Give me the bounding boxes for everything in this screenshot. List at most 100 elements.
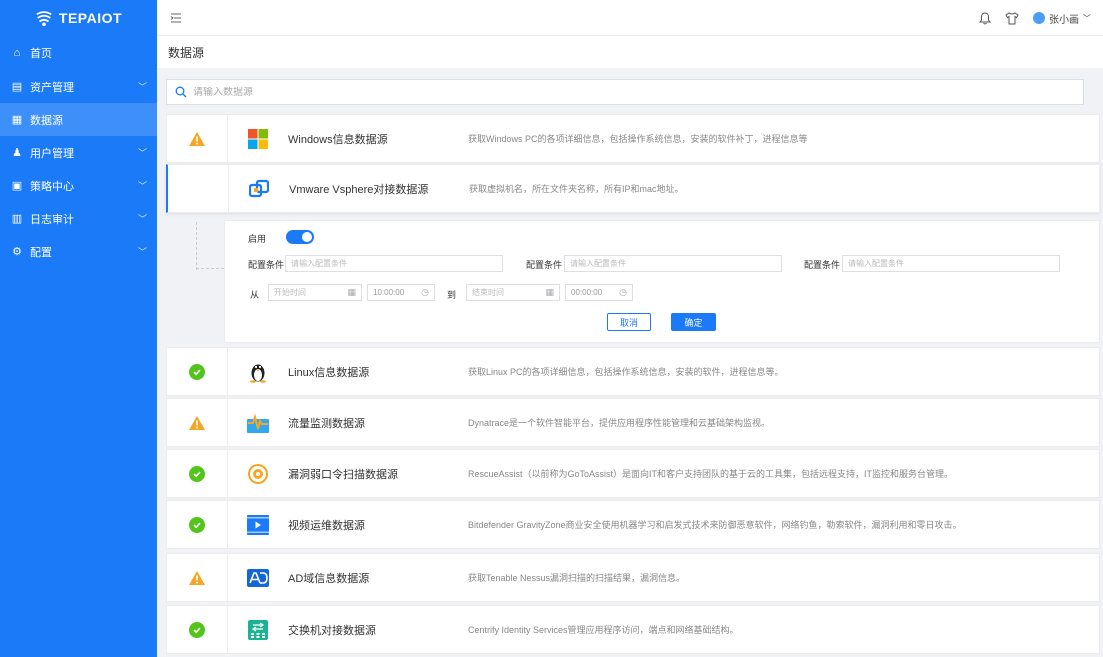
chevron-down-icon: ﹀ [137, 247, 147, 257]
avatar [1033, 12, 1045, 24]
traffic-logo-icon [247, 412, 269, 433]
source-logo [229, 179, 289, 199]
sidebar-item-logs[interactable]: ▥ 日志审计 ﹀ [0, 202, 157, 235]
source-description: 获取Tenable Nessus漏洞扫描的扫描结果，漏洞信息。 [468, 573, 686, 583]
source-logo [228, 463, 288, 484]
status-cell [167, 570, 227, 585]
config-panel [224, 220, 1100, 343]
linux-logo-icon [250, 364, 266, 383]
list-item[interactable]: 漏洞弱口令扫描数据源 RescueAssist（以前称为GoToAssist）是… [166, 449, 1100, 498]
source-name: Linux信息数据源 [288, 366, 370, 379]
sidebar-item-label: 首页 [30, 47, 52, 60]
condition-placeholder: 请输入配置条件 [848, 259, 904, 268]
check-circle-icon [189, 621, 205, 638]
to-label: 到 [447, 290, 457, 300]
source-name: Vmware Vsphere对接数据源 [289, 183, 429, 196]
condition-label: 配置条件 [804, 260, 841, 270]
sidebar-item-label: 用户管理 [30, 147, 74, 160]
list-item[interactable]: 流量监测数据源 Dynatrace是一个软件智能平台，提供应用程序性能管理和云基… [166, 398, 1100, 447]
source-description: 获取Linux PC的各项详细信息，包括操作系统信息，安装的软件，进程信息等。 [468, 367, 784, 377]
list-item[interactable]: 视频运维数据源 Bitdefender GravityZone商业安全使用机器学… [166, 500, 1100, 549]
source-name: Windows信息数据源 [288, 133, 388, 146]
warning-icon [189, 570, 205, 585]
calendar-icon: ▦ [545, 287, 554, 297]
list-item[interactable]: 交换机对接数据源 Centrify Identity Services管理应用程… [166, 605, 1100, 654]
end-date-picker[interactable]: 结束时间 ▦ [466, 284, 560, 301]
datasource-icon: ▦ [11, 114, 23, 126]
chevron-down-icon: ﹀ [1083, 13, 1091, 23]
end-date-placeholder: 结束时间 [472, 288, 504, 297]
source-description: Bitdefender GravityZone商业安全使用机器学习和启发式技术来… [468, 520, 962, 530]
condition-input-2[interactable]: 请输入配置条件 [564, 255, 782, 272]
cancel-button[interactable]: 取消 [607, 313, 651, 331]
tree-connector [196, 222, 197, 270]
confirm-button[interactable]: 确定 [671, 313, 716, 331]
start-date-placeholder: 开始时间 [274, 288, 306, 297]
source-name: AD域信息数据源 [288, 572, 370, 585]
ad-logo-icon [247, 568, 269, 587]
sidebar-item-label: 数据源 [30, 114, 63, 127]
panel-gutter [166, 220, 224, 343]
status-cell [167, 465, 227, 482]
check-circle-icon [189, 465, 205, 482]
source-description: 获取Windows PC的各项详细信息，包括操作系统信息，安装的软件补丁，进程信… [468, 134, 808, 144]
source-logo [228, 128, 288, 149]
condition-input-3[interactable]: 请输入配置条件 [842, 255, 1060, 272]
sidebar-item-datasource[interactable]: ▦ 数据源 [0, 103, 157, 136]
check-circle-icon [189, 516, 205, 533]
start-time-picker[interactable]: 10:00:00 ◷ [367, 284, 435, 301]
calendar-icon: ▦ [347, 287, 356, 297]
sidebar-item-label: 配置 [30, 246, 52, 259]
sidebar-item-policy[interactable]: ▣ 策略中心 ﹀ [0, 169, 157, 202]
clock-icon: ◷ [619, 287, 627, 297]
condition-label: 配置条件 [248, 260, 285, 270]
sidebar-item-settings[interactable]: ⚙ 配置 ﹀ [0, 235, 157, 268]
status-cell [167, 415, 227, 430]
header-actions: 张小画 ﹀ [979, 0, 1091, 36]
status-cell [167, 516, 227, 533]
list-item[interactable]: Vmware Vsphere对接数据源 获取虚拟机名，所在文件夹名称，所有IP和… [166, 164, 1100, 213]
vmware-logo-icon [249, 179, 269, 197]
condition-label: 配置条件 [526, 260, 563, 270]
search-input[interactable] [193, 86, 1083, 98]
source-name: 漏洞弱口令扫描数据源 [288, 468, 398, 481]
warning-icon [189, 131, 205, 146]
status-cell [167, 621, 227, 638]
list-item[interactable]: Linux信息数据源 获取Linux PC的各项详细信息，包括操作系统信息，安装… [166, 347, 1100, 396]
page-title: 数据源 [168, 45, 205, 60]
source-description: Centrify Identity Services管理应用程序访问，端点和网络… [468, 625, 739, 635]
start-date-picker[interactable]: 开始时间 ▦ [268, 284, 362, 301]
username: 张小画 [1049, 14, 1079, 26]
list-item[interactable]: Windows信息数据源 获取Windows PC的各项详细信息，包括操作系统信… [166, 114, 1100, 163]
home-icon: ⌂ [13, 46, 21, 59]
list-item[interactable]: AD域信息数据源 获取Tenable Nessus漏洞扫描的扫描结果，漏洞信息。 [166, 553, 1100, 602]
asset-icon: ▤ [11, 81, 23, 93]
bell-icon[interactable] [979, 11, 991, 25]
source-logo [228, 514, 288, 535]
enable-toggle[interactable] [286, 230, 314, 244]
end-time-picker[interactable]: 00:00:00 ◷ [565, 284, 633, 301]
brand-logo-icon [36, 11, 52, 27]
settings-icon: ⚙ [12, 246, 22, 258]
source-logo [228, 412, 288, 433]
status-cell [167, 363, 227, 380]
source-logo [228, 361, 288, 383]
user-menu[interactable]: 张小画 ﹀ [1033, 11, 1091, 26]
sidebar-item-home[interactable]: ⌂ 首页 [0, 36, 157, 69]
policy-icon: ▣ [11, 180, 23, 192]
menu-fold-icon [170, 13, 181, 22]
tree-connector [196, 268, 224, 269]
end-time-value: 00:00:00 [571, 288, 603, 297]
condition-placeholder: 请输入配置条件 [291, 259, 347, 268]
warning-icon [189, 415, 205, 430]
collapse-menu-button[interactable] [161, 0, 191, 36]
shirt-icon[interactable] [1005, 11, 1019, 25]
sidebar-item-label: 策略中心 [30, 180, 74, 193]
search-box [166, 79, 1084, 105]
brand-logo[interactable]: TEPAIOT [0, 0, 157, 36]
sidebar-item-users[interactable]: ♟ 用户管理 ﹀ [0, 136, 157, 169]
check-circle-icon [189, 363, 205, 380]
condition-placeholder: 请输入配置条件 [570, 259, 626, 268]
sidebar-item-assets[interactable]: ▤ 资产管理 ﹀ [0, 70, 157, 103]
condition-input-1[interactable]: 请输入配置条件 [285, 255, 503, 272]
